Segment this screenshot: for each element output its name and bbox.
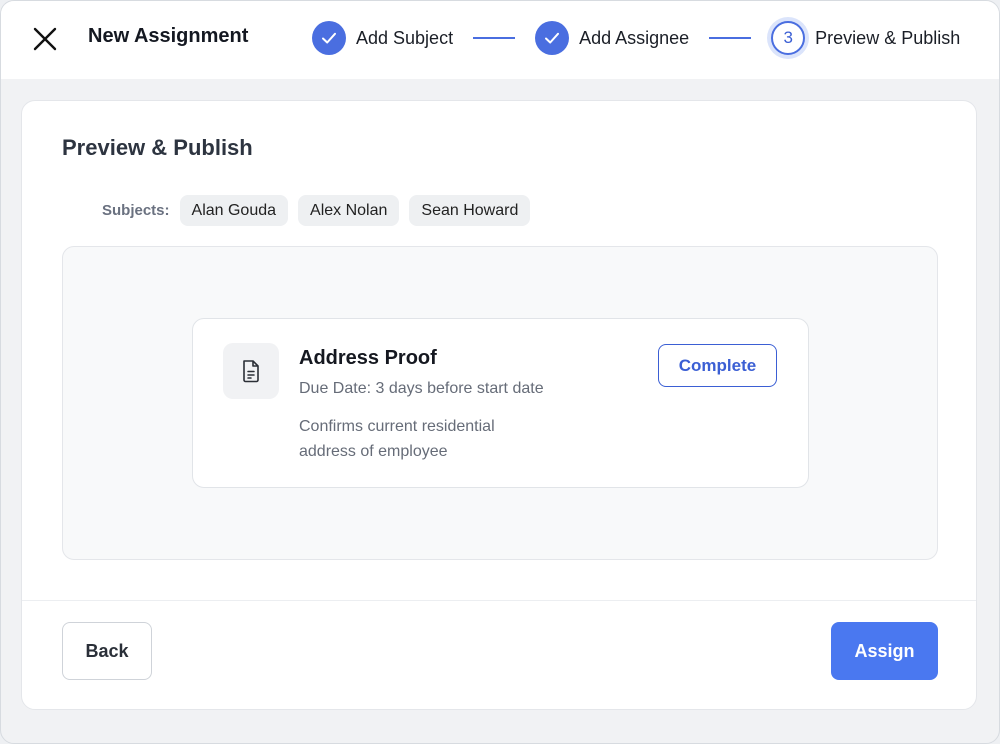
check-icon <box>535 21 570 55</box>
step-connector <box>473 37 516 39</box>
page-title: New Assignment <box>88 25 249 47</box>
task-description: Confirms current residential address of … <box>299 418 495 460</box>
top-bar: New Assignment Add Subject Add Assignee … <box>1 1 999 79</box>
step-add-subject[interactable]: Add Subject <box>312 21 453 55</box>
back-button[interactable]: Back <box>62 622 152 680</box>
step-preview-publish[interactable]: 3 Preview & Publish <box>771 21 960 55</box>
section-title: Preview & Publish <box>62 135 253 160</box>
task-card: Address Proof Due Date: 3 days before st… <box>192 318 809 488</box>
check-icon <box>312 21 346 55</box>
step-add-assignee[interactable]: Add Assignee <box>535 21 689 55</box>
app-window: New Assignment Add Subject Add Assignee … <box>0 0 1000 744</box>
close-icon <box>33 27 57 51</box>
document-icon <box>223 343 279 399</box>
progress-stepper: Add Subject Add Assignee 3 Preview & Pub… <box>312 20 960 56</box>
step-connector <box>709 37 752 39</box>
close-button[interactable] <box>29 23 61 55</box>
assign-button[interactable]: Assign <box>831 622 938 680</box>
subjects-label: Subjects: <box>102 202 170 219</box>
subject-chip: Sean Howard <box>409 195 531 226</box>
footer-divider <box>22 600 976 601</box>
step-label: Preview & Publish <box>815 27 961 48</box>
step-label: Add Assignee <box>579 27 690 48</box>
task-title: Address Proof <box>299 347 437 369</box>
subject-chip: Alex Nolan <box>298 195 400 226</box>
subject-chip: Alan Gouda <box>179 195 289 226</box>
step-label: Add Subject <box>356 27 454 48</box>
complete-button[interactable]: Complete <box>658 344 777 387</box>
subjects-row: Subjects: Alan Gouda Alex Nolan Sean How… <box>102 195 540 226</box>
task-due-date: Due Date: 3 days before start date <box>299 380 544 397</box>
step-number: 3 <box>771 21 806 55</box>
main-card: Preview & Publish Subjects: Alan Gouda A… <box>21 100 977 710</box>
preview-area: Address Proof Due Date: 3 days before st… <box>62 246 938 560</box>
